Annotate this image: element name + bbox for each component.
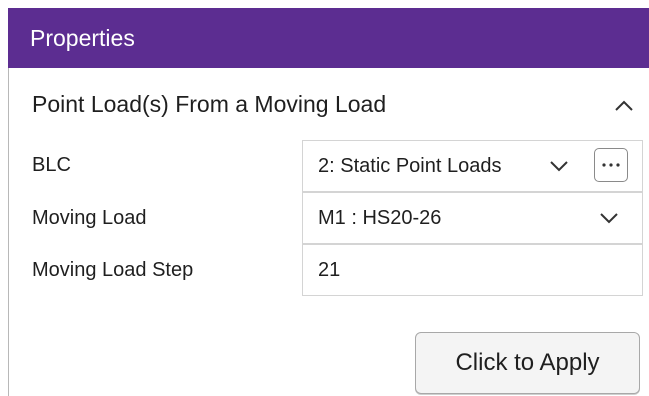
panel-left-border xyxy=(8,68,9,396)
properties-panel: Properties Point Load(s) From a Moving L… xyxy=(0,0,649,396)
section-title: Point Load(s) From a Moving Load xyxy=(32,91,387,117)
chevron-up-icon xyxy=(615,100,633,111)
moving-load-dropdown[interactable]: M1 : HS20-26 xyxy=(302,192,643,244)
blc-value: 2: Static Point Loads xyxy=(318,154,502,177)
chevron-down-icon[interactable] xyxy=(547,154,571,178)
moving-load-step-label: Moving Load Step xyxy=(32,259,194,281)
moving-load-value: M1 : HS20-26 xyxy=(318,206,442,229)
moving-load-step-value: 21 xyxy=(318,258,341,281)
section-collapse-button[interactable] xyxy=(608,90,640,122)
panel-title: Properties xyxy=(30,24,135,51)
apply-button[interactable]: Click to Apply xyxy=(415,332,640,394)
chevron-down-icon[interactable] xyxy=(597,206,621,230)
blc-dropdown[interactable]: 2: Static Point Loads xyxy=(302,140,643,192)
moving-load-step-input[interactable]: 21 xyxy=(302,244,643,296)
moving-load-label: Moving Load xyxy=(32,207,147,229)
panel-header: Properties xyxy=(8,8,649,68)
blc-label: BLC xyxy=(32,154,71,176)
ellipsis-icon xyxy=(602,163,620,167)
blc-more-button[interactable] xyxy=(594,148,628,182)
